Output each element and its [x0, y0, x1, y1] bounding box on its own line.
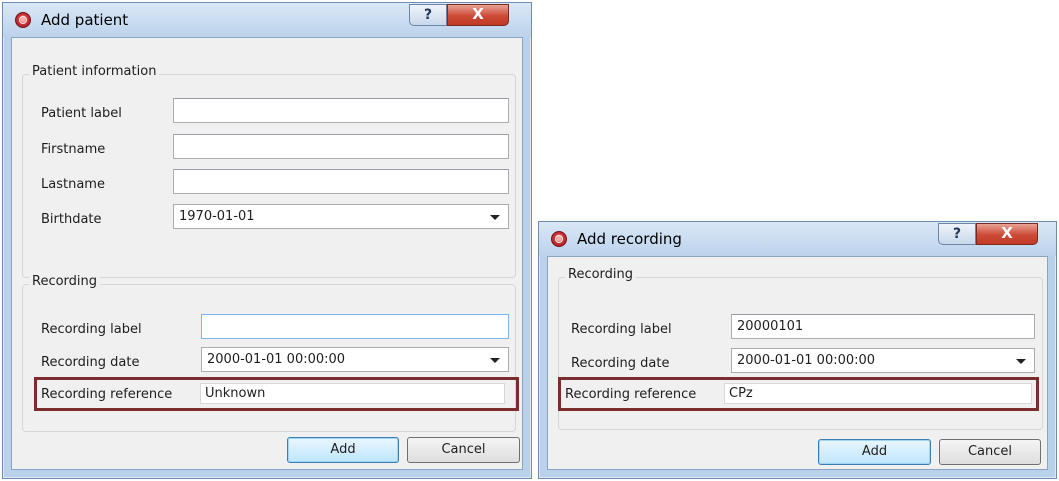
birthdate-label: Birthdate — [41, 212, 102, 227]
recording-group-title: Recording — [565, 267, 637, 282]
recording-label-input[interactable]: 20000101 — [731, 314, 1035, 339]
add-button[interactable]: Add — [818, 439, 931, 465]
chevron-down-icon[interactable] — [490, 358, 500, 363]
close-button[interactable]: X — [447, 4, 509, 26]
lastname-label: Lastname — [41, 177, 105, 192]
recording-date-label: Recording date — [571, 356, 670, 371]
help-button[interactable]: ? — [938, 223, 976, 245]
add-recording-title: Add recording — [577, 230, 682, 248]
add-patient-title: Add patient — [41, 11, 129, 29]
recording-reference-label: Recording reference — [41, 387, 173, 402]
cancel-button[interactable]: Cancel — [939, 439, 1041, 465]
add-recording-content: Recording Recording label 20000101 Recor… — [547, 256, 1048, 470]
patient-information-title: Patient information — [29, 64, 160, 79]
add-patient-content: Patient information Patient label Firstn… — [11, 37, 523, 470]
recording-label-label: Recording label — [41, 322, 142, 337]
recording-group-title: Recording — [29, 274, 101, 289]
chevron-down-icon[interactable] — [490, 215, 500, 220]
recording-label-input[interactable] — [201, 314, 509, 339]
lastname-input[interactable] — [173, 169, 509, 194]
add-patient-titlebar[interactable]: Add patient ? X — [3, 3, 531, 37]
cancel-button[interactable]: Cancel — [407, 437, 520, 463]
recording-reference-label: Recording reference — [565, 387, 697, 402]
add-recording-dialog: Add recording ? X Recording Recording la… — [538, 221, 1057, 479]
patient-label-input[interactable] — [173, 98, 509, 123]
app-logo-icon — [551, 231, 567, 247]
birthdate-value: 1970-01-01 — [179, 209, 255, 224]
help-button[interactable]: ? — [409, 4, 447, 26]
recording-date-label: Recording date — [41, 355, 140, 370]
recording-date-dropdown[interactable]: 2000-01-01 00:00:00 — [731, 348, 1035, 373]
recording-reference-field[interactable]: CPz — [724, 383, 1032, 404]
add-button[interactable]: Add — [287, 437, 399, 463]
birthdate-dropdown[interactable]: 1970-01-01 — [173, 204, 509, 229]
recording-reference-field[interactable]: Unknown — [200, 383, 505, 404]
add-patient-dialog: Add patient ? X Patient information Pati… — [2, 2, 532, 479]
close-button[interactable]: X — [976, 223, 1038, 245]
recording-date-dropdown[interactable]: 2000-01-01 00:00:00 — [201, 347, 509, 372]
add-recording-titlebar[interactable]: Add recording ? X — [539, 222, 1056, 256]
patient-label-label: Patient label — [41, 106, 122, 121]
firstname-input[interactable] — [173, 134, 509, 159]
app-logo-icon — [15, 12, 31, 28]
chevron-down-icon[interactable] — [1016, 359, 1026, 364]
recording-date-value: 2000-01-01 00:00:00 — [207, 352, 346, 367]
firstname-label: Firstname — [41, 142, 106, 157]
recording-label-label: Recording label — [571, 322, 672, 337]
recording-date-value: 2000-01-01 00:00:00 — [737, 353, 876, 368]
